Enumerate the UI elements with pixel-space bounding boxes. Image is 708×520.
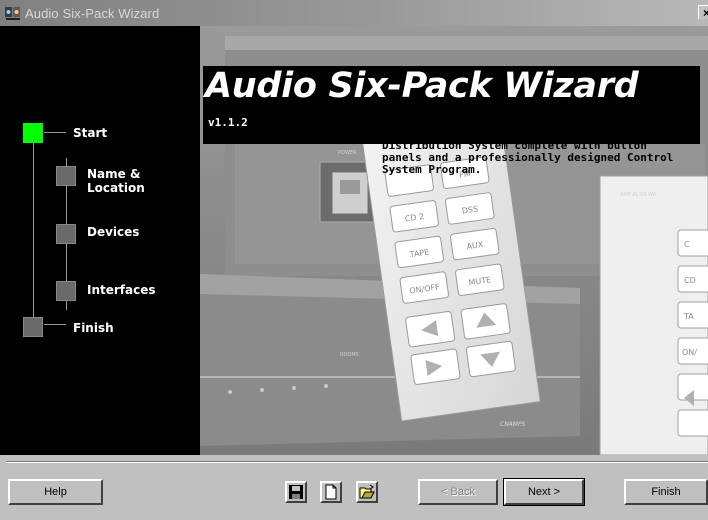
step-tree-line (44, 132, 66, 133)
new-button[interactable] (320, 481, 342, 503)
button-bar (0, 455, 708, 520)
new-document-icon (325, 484, 337, 500)
version-label: v1.1.2 (208, 116, 248, 129)
window-title: Audio Six-Pack Wizard (25, 5, 160, 21)
step-tree-line (33, 142, 34, 321)
open-button[interactable] (356, 481, 378, 503)
open-folder-icon (359, 484, 375, 499)
panel-label: TA (683, 312, 694, 321)
step-start: Start (73, 126, 108, 140)
rack-label: ROOMS (340, 352, 359, 358)
step-interfaces: Interfaces (87, 283, 156, 297)
step-indicator-devices (56, 224, 76, 244)
save-button[interactable] (285, 481, 307, 503)
title-bar: Audio Six-Pack Wizard × (0, 0, 708, 26)
finish-button[interactable]: Finish (624, 479, 708, 505)
step-indicator-start (23, 123, 43, 143)
amp-label: AMP AL 60 WA (620, 192, 657, 198)
panel-label: ON/ (682, 348, 697, 357)
wizard-heading: Audio Six-Pack Wizard (205, 66, 639, 106)
next-button[interactable]: Next > (503, 478, 585, 506)
step-indicator-name-location (56, 166, 76, 186)
separator (6, 461, 708, 463)
step-indicator-finish (23, 317, 43, 337)
help-button[interactable]: Help (8, 479, 103, 505)
wizard-content: FM CD 2 DSS TAPE AUX ON/OFF MUTE C CD TA… (200, 26, 708, 455)
intro-text: This Wizard helps you create a complete … (382, 127, 681, 176)
step-devices: Devices (87, 225, 140, 239)
step-indicator-interfaces (56, 281, 76, 301)
step-tree-line (44, 324, 66, 325)
close-button[interactable]: × (698, 5, 708, 20)
step-name-location: Name & Location (87, 167, 145, 195)
power-label: POWER (338, 150, 357, 156)
brand-label: CNAMPS (500, 421, 526, 428)
save-icon (289, 485, 303, 499)
panel-label: C (684, 240, 690, 249)
close-icon: × (703, 6, 708, 20)
app-icon (5, 7, 20, 20)
step-sidebar: Start Name & Location Devices Interfaces… (0, 26, 200, 455)
panel-label: CD (684, 276, 696, 285)
back-button[interactable]: < Back (418, 479, 498, 505)
step-finish: Finish (73, 321, 114, 335)
